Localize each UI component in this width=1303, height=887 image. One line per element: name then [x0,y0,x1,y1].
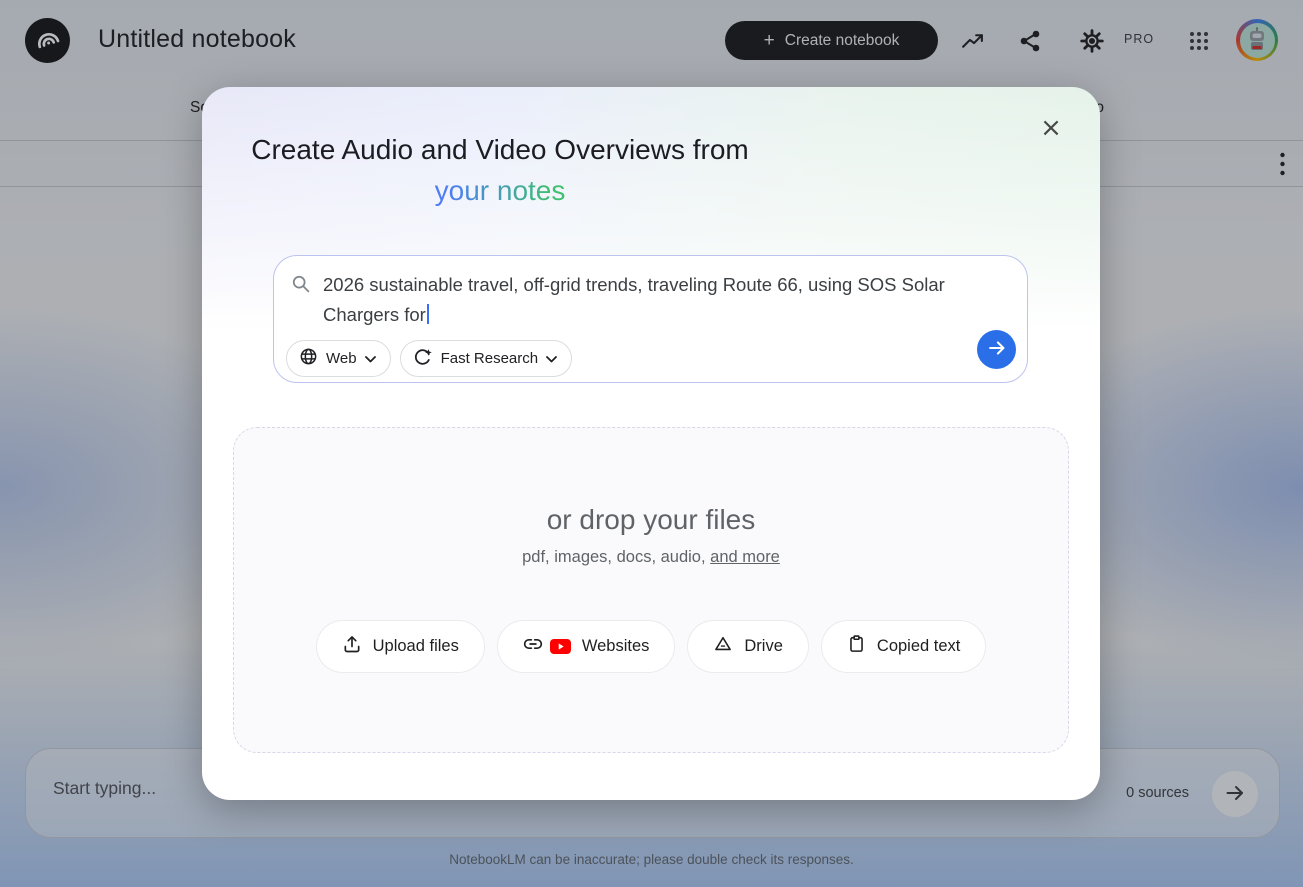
sources-count: 0 sources [1126,785,1189,801]
apps-grid-icon[interactable] [1186,28,1212,54]
plus-icon: + [763,29,775,51]
create-overview-dialog: × Create Audio and Video Overviews from … [202,87,1100,800]
research-mode-value: Fast Research [440,350,539,367]
source-type-dropdown[interactable]: Web [286,340,391,377]
youtube-icon [549,639,571,654]
kebab-menu-icon[interactable] [1272,150,1292,178]
chevron-down-icon [364,350,376,367]
share-icon[interactable] [1017,28,1043,54]
query-input[interactable]: 2026 sustainable travel, off-grid trends… [323,270,963,330]
notebook-title[interactable]: Untitled notebook [98,25,296,54]
drive-button[interactable]: Drive [688,621,808,672]
dialog-title-line1: Create Audio and Video Overviews from [251,134,749,165]
fast-research-icon [413,347,433,371]
top-app-bar: Untitled notebook + Create notebook PRO [0,0,1303,80]
chat-input-placeholder[interactable]: Start typing... [53,778,156,799]
file-drop-zone[interactable]: or drop your files pdf, images, docs, au… [233,427,1069,753]
websites-label: Websites [581,637,650,655]
submit-query-button[interactable] [977,330,1016,369]
text-cursor [426,304,429,324]
account-avatar[interactable] [1236,19,1278,61]
drive-label: Drive [744,637,783,655]
chevron-down-icon [546,350,558,367]
notebooklm-logo-icon [34,25,61,57]
and-more-link[interactable]: and more [710,548,780,566]
disclaimer-text: NotebookLM can be inaccurate; please dou… [449,852,854,867]
create-notebook-button[interactable]: + Create notebook [725,21,938,60]
arrow-right-icon [986,337,1008,362]
pro-badge: PRO [1124,32,1155,46]
source-type-value: Web [326,350,357,367]
research-query-box[interactable]: 2026 sustainable travel, off-grid trends… [273,255,1028,383]
globe-icon [299,347,318,370]
copied-text-label: Copied text [876,637,961,655]
upload-icon [342,634,362,659]
chat-send-button[interactable] [1212,771,1258,817]
settings-gear-icon[interactable] [1079,28,1105,54]
close-icon[interactable]: × [1036,113,1066,143]
dialog-title: Create Audio and Video Overviews from yo… [229,129,771,211]
dialog-title-line2: your notes [434,175,566,206]
research-mode-dropdown[interactable]: Fast Research [399,340,573,377]
source-buttons-row: Upload files Websites Drive Copied text [316,621,986,672]
copied-text-button[interactable]: Copied text [821,621,986,672]
arrow-right-icon [1223,781,1247,808]
link-icon [523,634,543,659]
upload-files-button[interactable]: Upload files [316,621,484,672]
clipboard-icon [847,634,866,659]
drive-icon [713,634,733,659]
dropzone-subtext: pdf, images, docs, audio, and more [522,548,780,566]
dropzone-heading: or drop your files [546,504,756,535]
upload-files-label: Upload files [372,637,459,655]
notebooklm-logo[interactable] [25,18,70,63]
notebooklm-app: Untitled notebook + Create notebook PRO … [0,0,1303,887]
websites-button[interactable]: Websites [497,621,675,672]
search-icon [290,273,311,299]
analytics-trending-icon[interactable] [959,28,985,54]
create-notebook-label: Create notebook [784,31,900,49]
avatar-robot-image [1239,22,1275,58]
query-text: 2026 sustainable travel, off-grid trends… [323,274,945,325]
